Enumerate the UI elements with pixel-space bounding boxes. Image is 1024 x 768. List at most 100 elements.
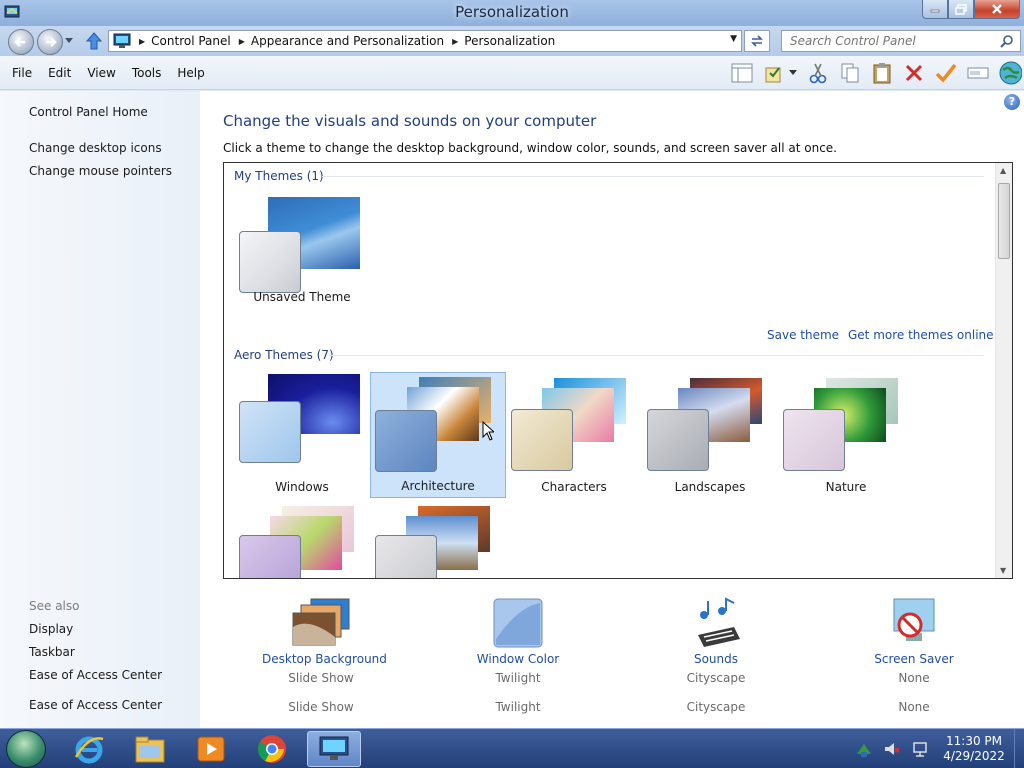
theme-name: Architecture (401, 479, 475, 493)
sounds-setting[interactable]: Sounds Cityscape Cityscape (675, 597, 757, 714)
maximize-button[interactable] (948, 0, 974, 19)
cut-button[interactable] (806, 61, 830, 85)
forward-arrow-icon (46, 37, 57, 47)
layout-button[interactable] (730, 61, 754, 85)
address-dropdown-icon[interactable]: ▼ (730, 34, 737, 44)
theme-landscapes[interactable]: Landscapes (642, 372, 778, 498)
properties-button[interactable] (762, 61, 786, 85)
apply-button[interactable] (934, 61, 958, 85)
show-desktop-button[interactable] (1014, 729, 1024, 768)
clipboard-icon (873, 63, 891, 84)
paste-button[interactable] (870, 61, 894, 85)
window-title: Personalization (455, 3, 569, 21)
theme-name: Windows (275, 480, 329, 494)
setting-value: None (898, 700, 930, 714)
taskbar-internet-explorer[interactable] (62, 731, 116, 767)
control-panel-home-link[interactable]: Control Panel Home (29, 105, 148, 119)
sounds-icon (698, 597, 740, 647)
setting-name[interactable]: Sounds (675, 652, 757, 666)
volume-muted-icon[interactable] (883, 740, 901, 758)
window-color-swatch (511, 409, 573, 471)
folder-icon (135, 736, 165, 763)
screen-saver-setting[interactable]: Screen Saver None None (866, 597, 962, 714)
setting-name[interactable]: Window Color (465, 652, 571, 666)
breadcrumb-control-panel[interactable]: Control Panel (151, 34, 231, 48)
theme-united-states[interactable] (370, 502, 506, 578)
menu-file[interactable]: File (4, 66, 40, 80)
action-center-icon[interactable] (911, 740, 929, 758)
menu-tools[interactable]: Tools (124, 66, 170, 80)
change-mouse-pointers-link[interactable]: Change mouse pointers (29, 164, 172, 178)
setting-name[interactable]: Screen Saver (866, 652, 962, 666)
scroll-up-icon[interactable]: ▲ (1000, 166, 1006, 175)
window-color-swatch (783, 409, 845, 471)
copy-icon (841, 63, 859, 83)
minimize-button[interactable] (922, 0, 948, 19)
menu-help[interactable]: Help (169, 66, 212, 80)
menu-edit[interactable]: Edit (40, 66, 79, 80)
taskbar-media-player[interactable] (184, 731, 238, 767)
address-field[interactable]: ▶ Control Panel ▶ Appearance and Persona… (108, 30, 742, 52)
theme-nature[interactable]: Nature (778, 372, 914, 498)
up-arrow-icon[interactable] (86, 32, 102, 50)
refresh-button[interactable] (744, 30, 770, 52)
theme-unsaved[interactable]: Unsaved Theme (234, 188, 370, 314)
breadcrumb-appearance[interactable]: Appearance and Personalization (251, 34, 444, 48)
window-color-setting[interactable]: Window Color Twilight Twilight (465, 597, 571, 714)
setting-value: Cityscape (686, 671, 746, 685)
chevron-down-icon (789, 70, 797, 75)
change-desktop-icons-link[interactable]: Change desktop icons (29, 141, 162, 155)
theme-list[interactable]: My Themes (1) Unsaved Theme Save theme G… (223, 162, 1013, 579)
recent-pages-dropdown-icon[interactable] (65, 38, 73, 44)
clock[interactable]: 11:30 PM 4/29/2022 (934, 734, 1014, 764)
window-color-swatch (239, 535, 301, 578)
close-icon (992, 4, 1002, 14)
theme-scenes[interactable] (234, 502, 370, 578)
group-divider (329, 355, 984, 356)
rename-button[interactable] (966, 61, 990, 85)
chrome-icon (258, 735, 286, 763)
copy-button[interactable] (838, 61, 862, 85)
theme-characters[interactable]: Characters (506, 372, 642, 498)
internet-explorer-icon (74, 736, 104, 764)
scroll-down-icon[interactable]: ▼ (1000, 566, 1006, 575)
refresh-icon (751, 35, 763, 47)
theme-name: Landscapes (674, 480, 746, 494)
theme-list-scrollbar[interactable]: ▲ ▼ (995, 163, 1012, 578)
taskbar-chrome[interactable] (245, 731, 299, 767)
menu-view[interactable]: View (79, 66, 123, 80)
scroll-thumb[interactable] (998, 183, 1010, 259)
save-theme-link[interactable]: Save theme (767, 328, 839, 342)
see-also-display-link[interactable]: Display (29, 622, 73, 636)
taskbar-file-explorer[interactable] (123, 731, 177, 767)
search-input[interactable] (790, 31, 1000, 51)
mouse-cursor-icon (482, 421, 494, 441)
breadcrumb-separator-icon[interactable]: ▶ (139, 37, 145, 46)
breadcrumb-separator-icon[interactable]: ▶ (239, 37, 245, 46)
back-button[interactable] (8, 29, 34, 55)
see-also-ease-of-access-link[interactable]: Ease of Access Center (29, 668, 162, 682)
search-icon[interactable] (1000, 34, 1014, 48)
search-box[interactable] (781, 30, 1021, 52)
help-icon[interactable]: ? (1004, 94, 1020, 110)
breadcrumb-separator-icon[interactable]: ▶ (452, 37, 458, 46)
forward-button[interactable] (37, 29, 63, 55)
restore-icon (955, 3, 967, 15)
network-tray-icon[interactable] (855, 740, 873, 758)
get-more-themes-link[interactable]: Get more themes online (848, 328, 994, 342)
theme-architecture[interactable]: Architecture (370, 372, 506, 498)
page-description: Click a theme to change the desktop back… (223, 141, 837, 155)
see-also-taskbar-link[interactable]: Taskbar (29, 645, 75, 659)
setting-name[interactable]: Desktop Background (262, 652, 387, 666)
network-button[interactable] (998, 61, 1022, 85)
start-button[interactable] (6, 730, 46, 768)
delete-button[interactable] (902, 61, 926, 85)
see-also-ease-of-access-link-duplicate[interactable]: Ease of Access Center (29, 698, 162, 712)
title-bar: Personalization (0, 0, 1024, 26)
breadcrumb-personalization[interactable]: Personalization (464, 34, 555, 48)
close-button[interactable] (974, 0, 1020, 19)
theme-windows[interactable]: Windows (234, 372, 370, 498)
properties-dropdown[interactable] (788, 61, 798, 85)
taskbar-control-panel[interactable] (307, 731, 361, 767)
desktop-background-setting[interactable]: Desktop Background Slide Show Slide Show (262, 597, 387, 714)
